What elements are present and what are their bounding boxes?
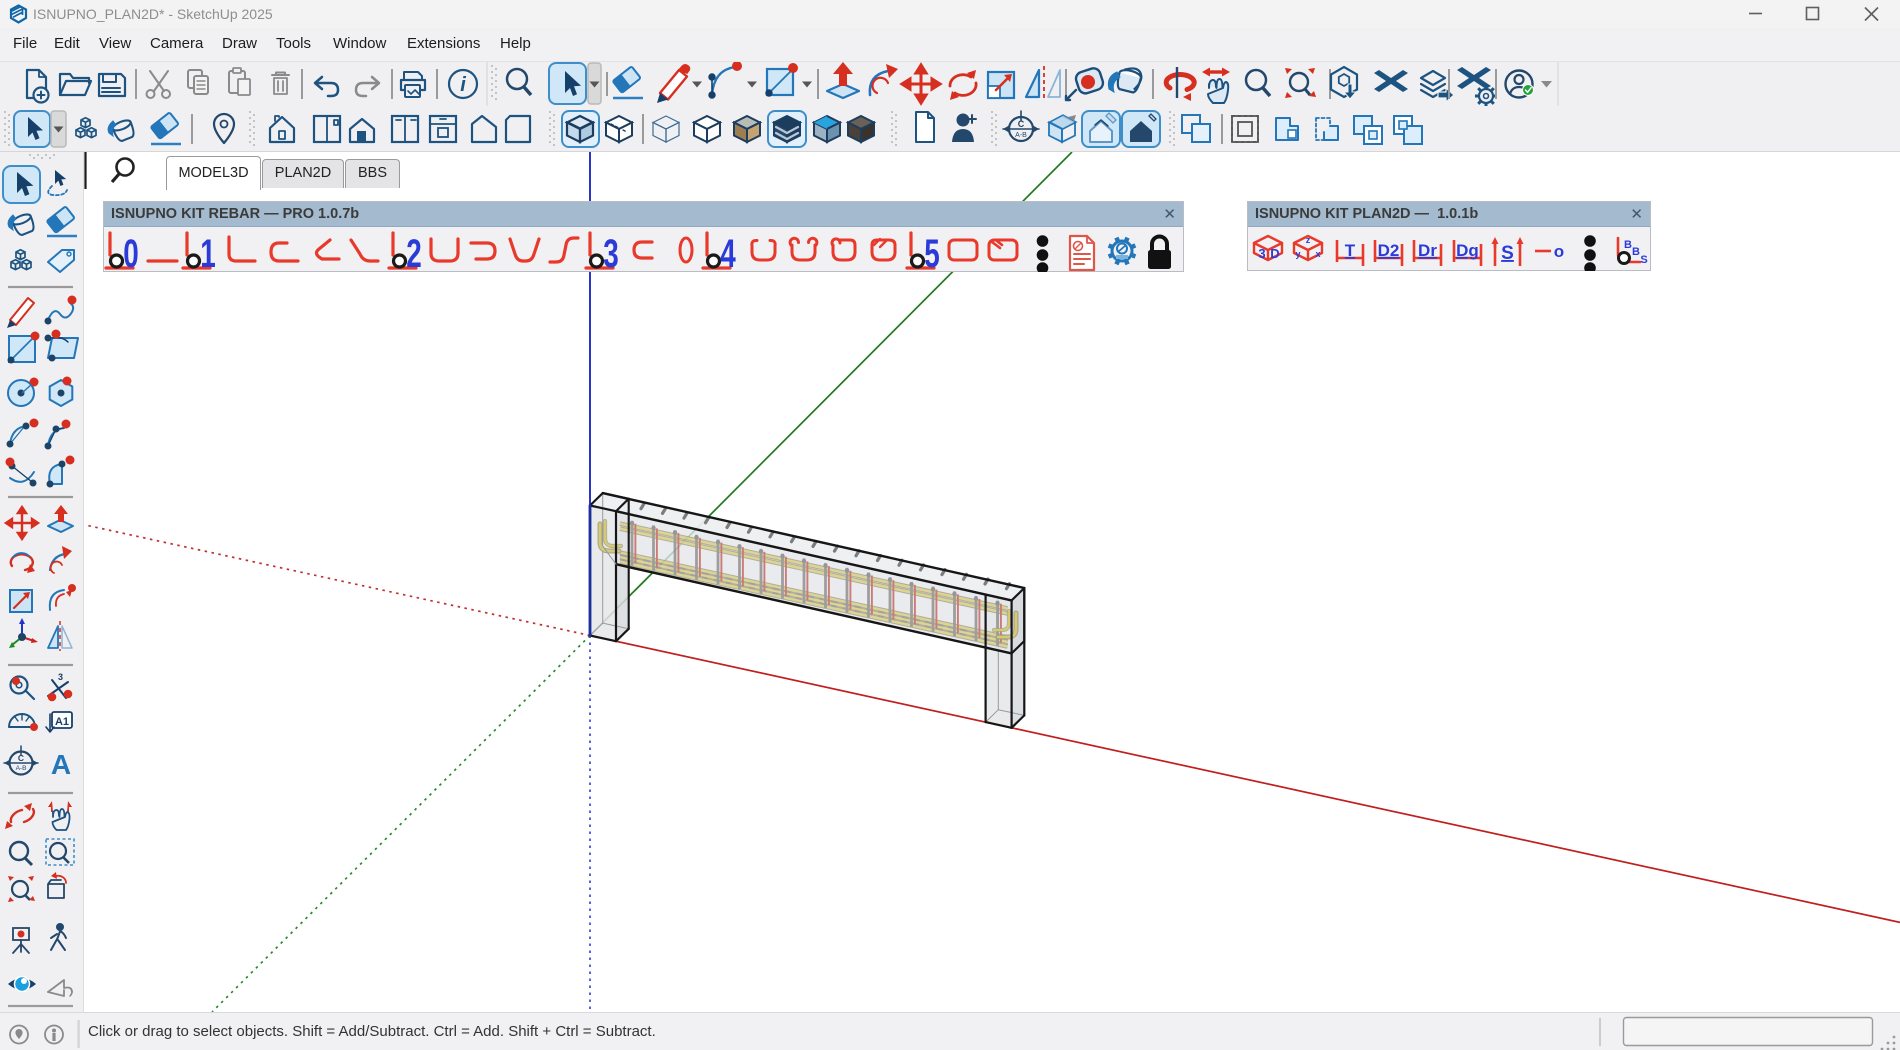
svg-text:C: C [1018, 119, 1025, 129]
svg-text:1: 1 [200, 232, 216, 272]
svg-text:3: 3 [603, 232, 619, 272]
svg-text:D2: D2 [1378, 241, 1400, 260]
svg-text:B: B [1632, 246, 1640, 258]
svg-text:Dr: Dr [1418, 241, 1437, 260]
svg-text:A: A [51, 749, 71, 780]
svg-text:B: B [1624, 239, 1632, 251]
svg-text:S: S [1501, 243, 1514, 264]
svg-text:0: 0 [123, 232, 139, 272]
svg-text:5: 5 [924, 232, 940, 272]
svg-text:y: y [1295, 249, 1300, 259]
svg-text:3: 3 [58, 672, 63, 682]
svg-text:A1: A1 [55, 716, 69, 728]
svg-text:T: T [1345, 241, 1356, 260]
svg-text:A-B: A-B [16, 765, 27, 772]
svg-text:C: C [18, 753, 24, 763]
svg-text:Dg: Dg [1456, 241, 1479, 260]
svg-text:4: 4 [720, 232, 736, 272]
svg-text:3: 3 [1258, 246, 1265, 261]
svg-text:D: D [1270, 246, 1279, 261]
svg-text:2: 2 [406, 232, 422, 272]
svg-text:x: x [1315, 249, 1320, 259]
svg-text:z: z [1306, 235, 1311, 245]
svg-text:A-B: A-B [1015, 132, 1027, 139]
svg-text:S: S [1640, 254, 1647, 266]
svg-text:i: i [460, 74, 466, 96]
svg-text:o: o [1554, 242, 1564, 261]
